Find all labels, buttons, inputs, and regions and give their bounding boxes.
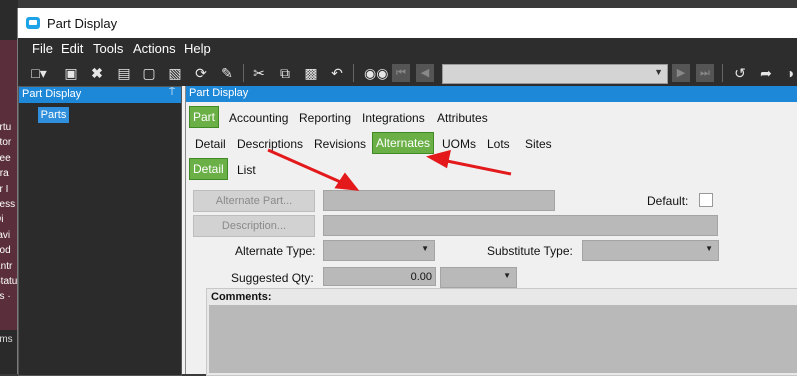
refresh-icon[interactable]: ⟳ xyxy=(192,63,210,83)
menu-file[interactable]: File xyxy=(32,41,53,56)
description-field[interactable] xyxy=(323,215,718,236)
tab-sites[interactable]: Sites xyxy=(522,135,555,153)
app-icon xyxy=(26,17,40,29)
tree-item-parts[interactable]: Parts xyxy=(38,107,69,123)
tab-accounting[interactable]: Accounting xyxy=(226,109,291,127)
new-icon[interactable]: □▾ xyxy=(28,63,50,83)
tab-revisions[interactable]: Revisions xyxy=(311,135,369,153)
substitute-type-label: Substitute Type: xyxy=(487,244,573,258)
chevron-down-icon: ▼ xyxy=(503,271,511,280)
tab-list[interactable]: List xyxy=(234,161,259,179)
alternate-part-button[interactable]: Alternate Part... xyxy=(193,190,315,212)
tab-alternates[interactable]: Alternates xyxy=(372,132,435,154)
window-title: Part Display xyxy=(47,16,118,31)
comments-label: Comments: xyxy=(211,291,272,303)
record-navigator-combo[interactable]: ▼ xyxy=(442,64,668,84)
tree-pane-header: Part Display ⍑ xyxy=(19,87,181,103)
comments-group: Comments: xyxy=(206,288,797,376)
main-pane-title: Part Display xyxy=(189,87,249,99)
next-icon[interactable]: ▶ xyxy=(672,64,690,82)
desktop-text: ortuatorhee Traor Iness Diraviood EntrSt… xyxy=(0,122,18,303)
top-tab-row: Part Accounting Reporting Integrations A… xyxy=(186,106,797,130)
default-checkbox[interactable] xyxy=(699,193,713,207)
tree-pane: Part Display ⍑ Parts xyxy=(18,86,182,376)
forward-icon[interactable]: ➦ xyxy=(756,63,776,83)
save-icon[interactable]: ▣ xyxy=(62,63,80,83)
open-book-icon[interactable]: ▤ xyxy=(114,63,134,83)
undo-icon[interactable]: ↶ xyxy=(328,63,346,83)
tab-descriptions[interactable]: Descriptions xyxy=(234,135,306,153)
cut-icon[interactable]: ✂ xyxy=(250,63,268,83)
first-icon[interactable]: ⏮ xyxy=(392,64,410,82)
uom-select[interactable]: ▼ xyxy=(440,267,517,288)
note-icon[interactable]: ▢ xyxy=(140,63,158,83)
tab-attributes[interactable]: Attributes xyxy=(434,109,491,127)
mid-tab-row: Detail Descriptions Revisions Alternates… xyxy=(186,132,797,156)
binoculars-icon[interactable]: ◉◉ xyxy=(364,63,388,83)
alternate-type-label: Alternate Type: xyxy=(235,244,316,258)
pin-icon[interactable]: ⍑ xyxy=(169,87,175,98)
menu-bar: File Edit Tools Actions Help xyxy=(18,38,797,60)
prev-icon[interactable]: ◀ xyxy=(416,64,434,82)
menu-actions[interactable]: Actions xyxy=(133,41,176,56)
tab-lots[interactable]: Lots xyxy=(484,135,513,153)
paste-icon[interactable]: ▩ xyxy=(302,63,320,83)
main-pane: Part Display Part Accounting Reporting I… xyxy=(185,86,797,376)
tab-uoms[interactable]: UOMs xyxy=(439,135,479,153)
tab-detail[interactable]: Detail xyxy=(192,135,229,153)
chevron-down-icon: ▼ xyxy=(705,244,713,253)
delete-icon[interactable]: ✖ xyxy=(88,63,106,83)
clear-icon[interactable]: ✎ xyxy=(218,63,236,83)
toolbar: □▾ ▣ ✖ ▤ ▢ ▧ ⟳ ✎ ✂ ⧉ ▩ ↶ ◉◉ ⏮ ◀ ▼ ▶ ⏭ ↺ … xyxy=(18,60,797,86)
tree-pane-title: Part Display xyxy=(22,88,82,100)
tab-detail-sub[interactable]: Detail xyxy=(189,158,228,180)
chevron-down-icon: ▼ xyxy=(421,244,429,253)
main-pane-header: Part Display xyxy=(186,86,797,102)
desktop-background: ortuatorhee Traor Iness Diraviood EntrSt… xyxy=(0,0,18,374)
tab-reporting[interactable]: Reporting xyxy=(296,109,354,127)
default-label: Default: xyxy=(647,194,689,208)
alternate-part-field[interactable] xyxy=(323,190,555,211)
menu-tools[interactable]: Tools xyxy=(93,41,123,56)
description-button[interactable]: Description... xyxy=(193,215,315,237)
menu-help[interactable]: Help xyxy=(184,41,211,56)
copy-icon[interactable]: ⧉ xyxy=(276,63,294,83)
title-bar: Part Display xyxy=(18,8,797,38)
part-display-window: Part Display File Edit Tools Actions Hel… xyxy=(17,8,797,376)
menu-edit[interactable]: Edit xyxy=(61,41,83,56)
substitute-type-select[interactable]: ▼ xyxy=(582,240,719,261)
suggested-qty-field[interactable]: 0.00 xyxy=(323,267,436,286)
bottom-tab-row: Detail List xyxy=(186,158,797,182)
alternate-type-select[interactable]: ▼ xyxy=(323,240,435,261)
alternate-detail-form: Alternate Part... Default: Description..… xyxy=(186,186,797,376)
tab-integrations[interactable]: Integrations xyxy=(359,109,428,127)
clipboard-icon[interactable]: ▧ xyxy=(166,63,184,83)
globe-icon[interactable]: ◑ xyxy=(782,63,797,83)
suggested-qty-label: Suggested Qty: xyxy=(231,271,314,285)
comments-textarea[interactable] xyxy=(209,305,797,373)
back-icon[interactable]: ↺ xyxy=(730,63,750,83)
last-icon[interactable]: ⏭ xyxy=(696,64,714,82)
tab-part[interactable]: Part xyxy=(189,106,220,128)
